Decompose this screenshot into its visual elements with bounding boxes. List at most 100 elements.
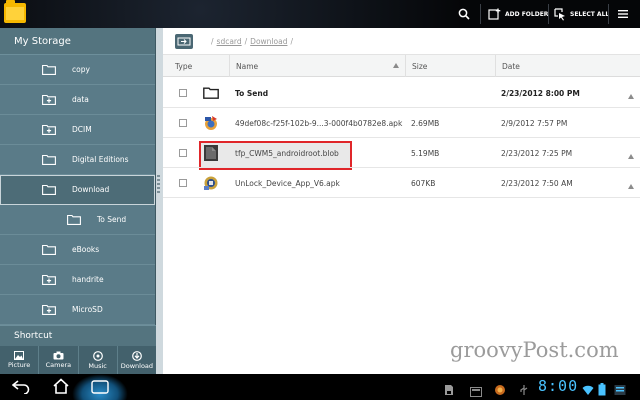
table-row[interactable]: UnLock_Device_App_V6.apk 607KB 2/23/2012…: [163, 168, 640, 198]
toolbar-divider: [548, 4, 549, 24]
overflow-menu-button[interactable]: [618, 0, 628, 28]
home-icon: [53, 378, 69, 394]
expand-arrow-icon[interactable]: [628, 184, 634, 189]
usb-status[interactable]: [518, 381, 530, 400]
folder-plus-icon: [42, 304, 56, 315]
picture-icon: [14, 351, 25, 360]
file-size: 2.69MB: [411, 118, 440, 128]
action-bar: ADD FOLDER SELECT ALL: [0, 0, 640, 28]
clock[interactable]: 8:00: [538, 377, 578, 395]
up-folder-button[interactable]: [175, 33, 193, 49]
sidebar-item-to-send[interactable]: To Send: [0, 205, 155, 235]
search-icon: [458, 8, 470, 20]
sidebar-item-download[interactable]: Download: [0, 175, 155, 205]
blob-file-icon: [204, 145, 218, 161]
notification-status[interactable]: [470, 382, 482, 400]
row-checkbox[interactable]: [179, 89, 187, 97]
keyboard-status[interactable]: [614, 381, 626, 400]
sidebar-item-label: data: [72, 95, 89, 104]
file-date: 2/9/2012 7:57 PM: [501, 118, 568, 128]
tab-download[interactable]: Download: [118, 346, 156, 374]
folder-plus-icon: [42, 124, 56, 135]
music-icon: [92, 350, 103, 361]
shortcut-tabs: Picture Camera Music Download: [0, 346, 156, 374]
watermark: groovyPost.com: [450, 338, 619, 362]
column-date[interactable]: Date: [495, 55, 640, 77]
folder-plus-icon: [42, 94, 56, 105]
recent-apps-button[interactable]: [91, 379, 109, 398]
folder-icon: [42, 64, 56, 75]
camera-icon: [53, 351, 64, 360]
folder-icon: [42, 184, 56, 195]
apk-file-icon: [204, 176, 218, 190]
wifi-status[interactable]: [582, 381, 594, 400]
path-separator: /: [244, 36, 248, 46]
splitter-grip[interactable]: [157, 175, 160, 193]
recent-apps-icon: [91, 380, 109, 394]
row-checkbox[interactable]: [179, 149, 187, 157]
tab-label: Picture: [7, 361, 31, 369]
folder-tree: copy data DCIM Digital Editions Download…: [0, 55, 155, 326]
breadcrumb-download[interactable]: Download: [250, 37, 287, 46]
select-all-button[interactable]: SELECT ALL: [554, 0, 609, 28]
sidebar-item-label: Digital Editions: [72, 155, 129, 164]
path-separator: /: [290, 36, 293, 46]
sidebar-item-label: To Send: [97, 215, 127, 224]
column-name-label: Name: [236, 61, 259, 71]
add-folder-label: ADD FOLDER: [505, 10, 549, 18]
home-button[interactable]: [52, 378, 70, 398]
my-storage-header[interactable]: My Storage: [0, 28, 155, 55]
folder-icon: [42, 244, 56, 255]
back-icon: [11, 380, 30, 395]
file-name: UnLock_Device_App_V6.apk: [235, 178, 340, 188]
sidebar-item-microsd[interactable]: MicroSD: [0, 295, 155, 325]
sidebar-item-handrite[interactable]: handrite: [0, 265, 155, 295]
folder-icon: [67, 214, 81, 225]
breadcrumb-sdcard[interactable]: sdcard: [217, 37, 242, 46]
file-date: 2/23/2012 7:50 AM: [501, 178, 573, 188]
app-status[interactable]: [494, 381, 506, 400]
shortcut-header[interactable]: Shortcut: [0, 325, 156, 346]
table-row[interactable]: 49def08c-f25f-102b-9...3-000f4b0782e8.ap…: [163, 108, 640, 138]
sidebar-item-ebooks[interactable]: eBooks: [0, 235, 155, 265]
expand-arrow-icon[interactable]: [628, 94, 634, 99]
tab-label: Music: [88, 361, 107, 370]
battery-icon: [598, 383, 606, 396]
sd-card-status[interactable]: [444, 381, 454, 400]
add-folder-button[interactable]: ADD FOLDER: [488, 0, 548, 28]
battery-status[interactable]: [598, 381, 606, 400]
tab-picture[interactable]: Picture: [0, 346, 40, 374]
table-row[interactable]: To Send 2/23/2012 8:00 PM: [163, 78, 640, 108]
sidebar-item-copy[interactable]: copy: [0, 55, 155, 85]
file-date: 2/23/2012 8:00 PM: [501, 88, 580, 98]
storage-sidebar: My Storage copy data DCIM Digital Editio…: [0, 28, 156, 346]
breadcrumb: / sdcard / Download /: [163, 28, 640, 55]
panel-splitter[interactable]: [156, 28, 163, 374]
column-size[interactable]: Size: [405, 55, 495, 77]
expand-arrow-icon[interactable]: [628, 154, 634, 159]
firefox-icon: [495, 385, 505, 395]
path-separator: /: [211, 36, 214, 46]
sidebar-item-dcim[interactable]: DCIM: [0, 115, 155, 145]
file-name: tfp_CWM5_androidroot.blob: [235, 148, 339, 158]
back-button[interactable]: [11, 379, 30, 398]
search-button[interactable]: [458, 0, 470, 28]
folder-plus-icon: [42, 274, 56, 285]
file-manager-app-icon[interactable]: [4, 0, 26, 23]
file-size: 607KB: [411, 178, 436, 188]
tab-music[interactable]: Music: [79, 346, 118, 374]
select-all-label: SELECT ALL: [570, 10, 610, 18]
column-name[interactable]: Name: [229, 55, 405, 77]
sidebar-item-label: copy: [72, 65, 90, 74]
add-folder-icon: [488, 8, 501, 20]
sidebar-item-digital-editions[interactable]: Digital Editions: [0, 145, 155, 175]
column-type[interactable]: Type: [169, 55, 229, 77]
row-checkbox[interactable]: [179, 179, 187, 187]
sidebar-item-data[interactable]: data: [0, 85, 155, 115]
apk-file-icon: [205, 116, 217, 130]
table-row[interactable]: tfp_CWM5_androidroot.blob 5.19MB 2/23/20…: [163, 138, 640, 168]
row-checkbox[interactable]: [179, 119, 187, 127]
tab-label: Camera: [45, 361, 72, 369]
file-size: 5.19MB: [411, 148, 440, 158]
tab-camera[interactable]: Camera: [39, 346, 79, 374]
